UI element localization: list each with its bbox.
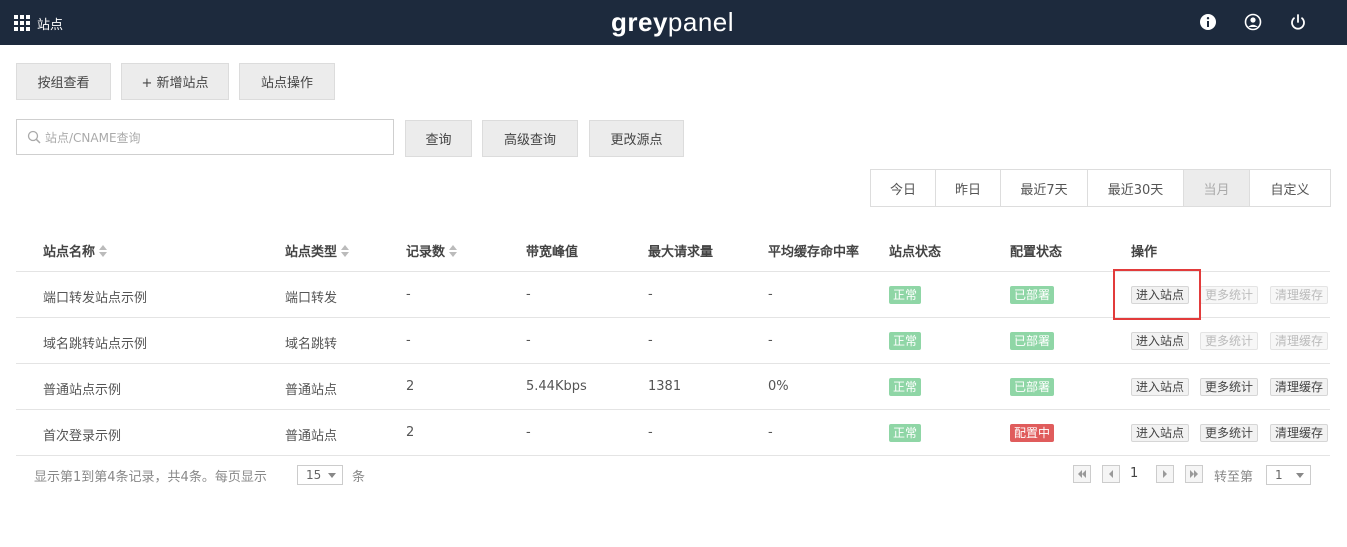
date-last-30-days[interactable]: 最近30天 <box>1088 170 1184 206</box>
bandwidth-peak: - <box>526 287 531 302</box>
status-badge: 正常 <box>889 424 922 442</box>
date-this-month[interactable]: 当月 <box>1184 170 1250 206</box>
table-header: 站点名称 站点类型 记录数 带宽峰值 最大请求量 平均缓存命中率 站点状态 配置… <box>16 226 1330 272</box>
site-name: 首次登录示例 <box>43 429 122 444</box>
info-icon[interactable] <box>1199 13 1217 31</box>
max-requests: 1381 <box>648 379 682 394</box>
bandwidth-peak: - <box>526 333 531 348</box>
max-requests: - <box>648 425 653 440</box>
more-stats-button[interactable]: 更多统计 <box>1200 286 1259 304</box>
record-count: 2 <box>406 379 415 394</box>
status-badge: 正常 <box>889 332 922 350</box>
highlight-box <box>1113 269 1201 320</box>
site-name: 域名跳转站点示例 <box>43 337 148 352</box>
enter-site-button[interactable]: 进入站点 <box>1131 378 1190 396</box>
col-site-status: 站点状态 <box>889 245 942 260</box>
config-badge: 已部署 <box>1010 286 1055 304</box>
first-page-icon[interactable] <box>1073 465 1091 483</box>
cache-hit-rate: 0% <box>768 379 789 394</box>
date-yesterday[interactable]: 昨日 <box>936 170 1001 206</box>
site-type: 普通站点 <box>285 383 338 398</box>
clear-cache-button[interactable]: 清理缓存 <box>1270 286 1329 304</box>
group-view-button[interactable]: 按组查看 <box>16 63 111 100</box>
search-icon <box>27 130 41 144</box>
power-icon[interactable] <box>1289 13 1307 31</box>
date-today[interactable]: 今日 <box>871 170 936 206</box>
site-operations-button[interactable]: 站点操作 <box>239 63 335 100</box>
sort-icon[interactable] <box>449 245 458 257</box>
apps-grid-icon[interactable] <box>14 15 30 31</box>
table-row: 域名跳转站点示例 域名跳转 - - - - 正常 已部署 进入站点 更多统计 清… <box>16 318 1330 364</box>
date-custom[interactable]: 自定义 <box>1250 170 1330 206</box>
date-range-selector: 今日 昨日 最近7天 最近30天 当月 自定义 <box>870 169 1331 207</box>
prev-page-icon[interactable] <box>1102 465 1120 483</box>
more-stats-button[interactable]: 更多统计 <box>1200 378 1259 396</box>
status-badge: 正常 <box>889 286 922 304</box>
add-site-button[interactable]: + 新增站点 <box>121 63 229 100</box>
col-bandwidth: 带宽峰值 <box>526 245 579 260</box>
date-last-7-days[interactable]: 最近7天 <box>1001 170 1088 206</box>
change-origin-button[interactable]: 更改源点 <box>589 120 684 157</box>
page-title: 站点 <box>37 18 64 33</box>
search-box <box>16 119 394 155</box>
cache-hit-rate: - <box>768 333 773 348</box>
site-name: 普通站点示例 <box>43 383 122 398</box>
col-site-name[interactable]: 站点名称 <box>43 241 108 260</box>
bandwidth-peak: - <box>526 425 531 440</box>
page-size-select[interactable]: 15 <box>297 465 343 485</box>
col-actions: 操作 <box>1131 245 1158 260</box>
cache-hit-rate: - <box>768 425 773 440</box>
record-count: 2 <box>406 425 415 440</box>
clear-cache-button[interactable]: 清理缓存 <box>1270 378 1329 396</box>
page-size-unit: 条 <box>352 470 366 485</box>
table-row: 普通站点示例 普通站点 2 5.44Kbps 1381 0% 正常 已部署 进入… <box>16 364 1330 410</box>
query-button[interactable]: 查询 <box>405 120 472 157</box>
site-name: 端口转发站点示例 <box>43 291 148 306</box>
col-cache-hit-rate: 平均缓存命中率 <box>768 245 860 260</box>
current-page: 1 <box>1130 466 1139 481</box>
config-badge: 配置中 <box>1010 424 1055 442</box>
col-max-requests: 最大请求量 <box>648 245 714 260</box>
col-config-status: 配置状态 <box>1010 245 1063 260</box>
search-input[interactable] <box>45 128 385 148</box>
status-badge: 正常 <box>889 378 922 396</box>
sort-icon[interactable] <box>99 245 108 257</box>
top-bar: 站点 greypanel <box>0 0 1347 45</box>
pagination-info: 显示第1到第4条记录，共4条。每页显示 <box>34 470 267 485</box>
clear-cache-button[interactable]: 清理缓存 <box>1270 424 1329 442</box>
col-records[interactable]: 记录数 <box>406 241 458 260</box>
goto-page-label: 转至第 <box>1214 470 1254 485</box>
record-count: - <box>406 287 411 302</box>
bandwidth-peak: 5.44Kbps <box>526 379 587 394</box>
greypanel-logo: greypanel <box>611 7 735 37</box>
cache-hit-rate: - <box>768 287 773 302</box>
config-badge: 已部署 <box>1010 378 1055 396</box>
record-count: - <box>406 333 411 348</box>
table-row: 首次登录示例 普通站点 2 - - - 正常 配置中 进入站点 更多统计 清理缓… <box>16 410 1330 456</box>
site-type: 端口转发 <box>285 291 338 306</box>
clear-cache-button[interactable]: 清理缓存 <box>1270 332 1329 350</box>
col-site-type[interactable]: 站点类型 <box>285 241 350 260</box>
user-icon[interactable] <box>1244 13 1262 31</box>
goto-page-select[interactable]: 1 <box>1266 465 1311 485</box>
sort-icon[interactable] <box>341 245 350 257</box>
site-type: 普通站点 <box>285 429 338 444</box>
max-requests: - <box>648 287 653 302</box>
config-badge: 已部署 <box>1010 332 1055 350</box>
more-stats-button[interactable]: 更多统计 <box>1200 424 1259 442</box>
advanced-query-button[interactable]: 高级查询 <box>482 120 578 157</box>
last-page-icon[interactable] <box>1185 465 1203 483</box>
enter-site-button[interactable]: 进入站点 <box>1131 332 1190 350</box>
more-stats-button[interactable]: 更多统计 <box>1200 332 1259 350</box>
site-type: 域名跳转 <box>285 337 338 352</box>
max-requests: - <box>648 333 653 348</box>
next-page-icon[interactable] <box>1156 465 1174 483</box>
enter-site-button[interactable]: 进入站点 <box>1131 424 1190 442</box>
